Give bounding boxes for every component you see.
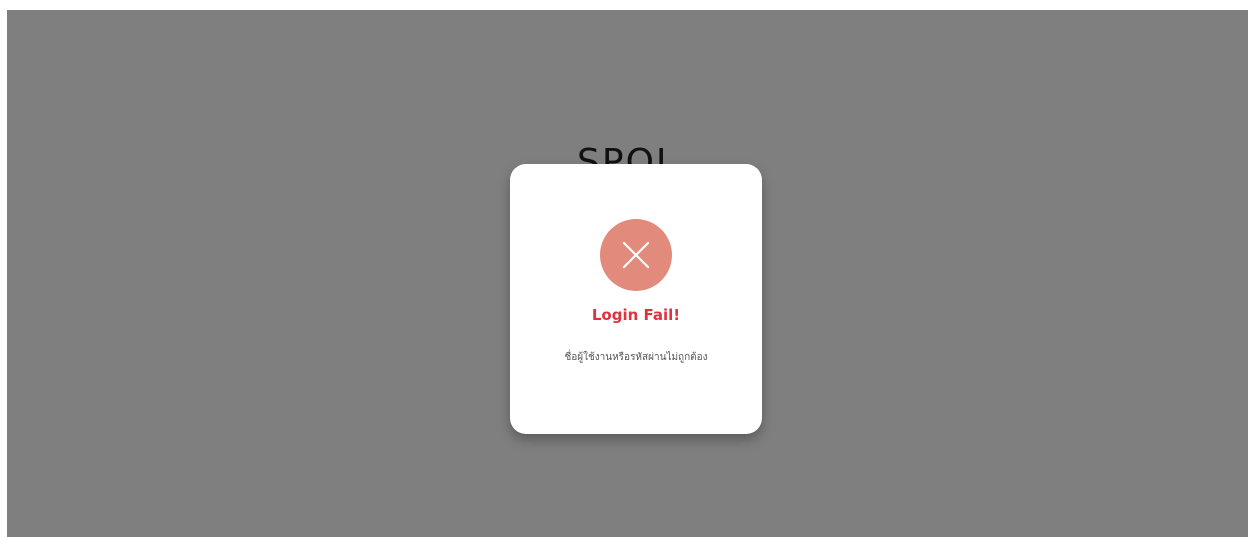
dialog-message: ชื่อผู้ใช้งานหรือรหัสผ่านไม่ถูกต้อง (564, 352, 708, 363)
error-dialog: Login Fail! ชื่อผู้ใช้งานหรือรหัสผ่านไม่… (510, 164, 762, 434)
close-x-icon (622, 241, 650, 269)
dialog-title: Login Fail! (591, 306, 681, 324)
login-page: SPOL Login Fail! ชื่อผู้ใช้งานหรือรหัสผ่… (7, 10, 1248, 537)
error-x-icon (600, 219, 672, 291)
